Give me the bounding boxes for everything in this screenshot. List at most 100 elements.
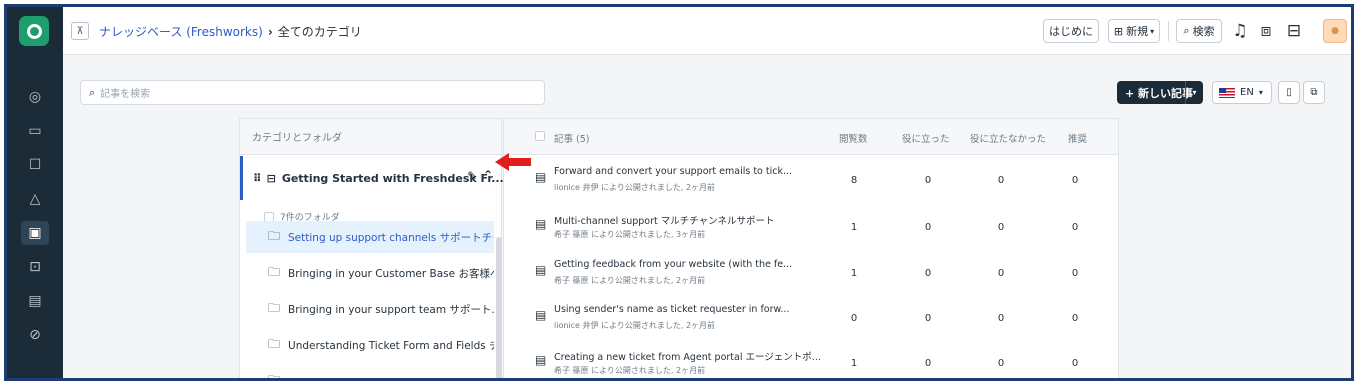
category-panel-header: カテゴリとフォルダ xyxy=(240,119,501,155)
folder-label: Bringing in your support team サポート... xyxy=(288,303,494,316)
article-title[interactable]: Forward and convert your support emails … xyxy=(554,166,792,177)
document-icon: ▤ xyxy=(535,170,547,184)
apps-icon[interactable]: ⊟ xyxy=(1283,20,1305,42)
article-recommend: 0 xyxy=(1071,313,1079,324)
article-not-helpful: 0 xyxy=(997,222,1005,233)
copy-icon[interactable]: ▯ xyxy=(1278,81,1300,104)
new-menu-button[interactable]: ⊞ 新規 ▾ xyxy=(1108,19,1160,43)
scrollbar[interactable] xyxy=(496,237,502,378)
article-title[interactable]: Multi-channel support マルチチャンネルサポート xyxy=(554,213,774,227)
document-icon: ▤ xyxy=(535,217,547,231)
article-recommend: 0 xyxy=(1071,358,1079,369)
top-bar: ⊼ ナレッジベース (Freshworks) › 全てのカテゴリ はじめに ⊞ 新規 ▾… xyxy=(63,7,1351,55)
breadcrumb-link[interactable]: ナレッジベース (Freshworks) xyxy=(99,25,263,39)
global-search-label: 検索 xyxy=(1192,25,1215,38)
article-row[interactable]: ▤ Creating a new ticket from Agent porta… xyxy=(504,339,1120,378)
folder-item[interactable]: 🗀 Understanding Ticket Form and Fields チ… xyxy=(246,329,494,361)
external-link-icon[interactable]: ⧉ xyxy=(1303,81,1325,104)
article-meta: 希子 篠原 により公開されました, 2ヶ月前 xyxy=(554,276,706,285)
article-not-helpful: 0 xyxy=(997,175,1005,186)
select-all-folders-checkbox[interactable] xyxy=(264,211,274,222)
article-views: 0 xyxy=(850,313,858,324)
compass-icon[interactable]: ⊘ xyxy=(21,323,49,347)
annotation-arrow-icon xyxy=(495,153,531,171)
article-not-helpful: 0 xyxy=(997,313,1005,324)
article-not-helpful: 0 xyxy=(997,268,1005,279)
folder-icon: 🗀 xyxy=(268,372,281,381)
article-helpful: 0 xyxy=(924,268,932,279)
divider xyxy=(1168,21,1169,41)
col-articles: 記事 (5) xyxy=(554,134,590,145)
folder-item[interactable]: 🗀 Bringing in your support team サポート... xyxy=(246,293,494,325)
avatar[interactable]: ● xyxy=(1323,19,1347,43)
chevron-down-icon: ▾ xyxy=(1150,26,1155,36)
document-icon: ▤ xyxy=(535,308,547,322)
articles-header: 記事 (5) 閲覧数 役に立った 役に立たなかった 推奨 xyxy=(504,119,1118,155)
col-not-helpful[interactable]: 役に立たなかった xyxy=(970,131,1046,145)
dashboard-icon[interactable]: ◎ xyxy=(21,85,49,109)
article-meta: lionice 井伊 により公開されました, 2ヶ月前 xyxy=(554,183,716,192)
tickets-icon[interactable]: ▭ xyxy=(21,119,49,143)
global-search-button[interactable]: ⌕ 検索 xyxy=(1176,19,1222,43)
bell-icon[interactable]: ♫ xyxy=(1229,20,1251,42)
article-recommend: 0 xyxy=(1071,222,1079,233)
article-helpful: 0 xyxy=(924,175,932,186)
folder-label: Bringing in your Customer Base お客様べ... xyxy=(288,267,494,280)
articles-panel: 記事 (5) 閲覧数 役に立った 役に立たなかった 推奨 ▤ Forward a… xyxy=(503,118,1120,378)
article-search-placeholder: 記事を検索 xyxy=(100,89,151,100)
article-meta: lionice 井伊 により公開されました, 2ヶ月前 xyxy=(554,321,716,330)
selected-category[interactable]: ⠿ ⊟ Getting Started with Freshdesk Fr...… xyxy=(240,156,504,200)
solutions-icon[interactable]: △ xyxy=(21,187,49,211)
article-title[interactable]: Getting feedback from your website (with… xyxy=(554,259,792,270)
sidebar-toggle-icon[interactable]: ⊼ xyxy=(71,22,89,40)
article-meta: 希子 篠原 により公開されました, 2ヶ月前 xyxy=(554,366,706,375)
article-views: 8 xyxy=(850,175,858,186)
article-meta: 希子 篠原 により公開されました, 3ヶ月前 xyxy=(554,230,706,239)
contacts-icon[interactable]: ☐ xyxy=(21,153,49,177)
article-recommend: 0 xyxy=(1071,175,1079,186)
getting-started-button[interactable]: はじめに xyxy=(1043,19,1099,43)
reports-icon[interactable]: ▤ xyxy=(21,289,49,313)
article-row[interactable]: ▤ Getting feedback from your website (wi… xyxy=(504,249,1120,295)
article-title[interactable]: Creating a new ticket from Agent portal … xyxy=(554,349,821,363)
new-article-label: + 新しい記事 xyxy=(1125,86,1194,100)
col-views[interactable]: 閲覧数 xyxy=(839,131,868,145)
forums-icon[interactable]: ⊡ xyxy=(21,255,49,279)
folder-item[interactable]: 🗀 xyxy=(246,365,494,381)
article-row[interactable]: ▤ Forward and convert your support email… xyxy=(504,156,1120,202)
knowledge-base-icon[interactable]: ▣ xyxy=(21,221,49,245)
chevron-up-icon[interactable]: ⌃ xyxy=(483,168,493,182)
folder-item[interactable]: 🗀 Bringing in your Customer Base お客様べ... xyxy=(246,257,494,289)
freshdesk-logo[interactable] xyxy=(19,16,49,46)
article-title[interactable]: Using sender's name as ticket requester … xyxy=(554,304,789,315)
article-views: 1 xyxy=(850,268,858,279)
article-helpful: 0 xyxy=(924,222,932,233)
folder-icon: 🗀 xyxy=(268,264,281,279)
app-window: ◎ ▭ ☐ △ ▣ ⊡ ▤ ⊘ ⊼ ナレッジベース (Freshworks) › 全… xyxy=(4,4,1354,381)
us-flag-icon xyxy=(1219,87,1235,98)
select-all-articles-checkbox[interactable] xyxy=(535,131,545,141)
breadcrumb-separator: › xyxy=(267,25,273,39)
folder-label: Setting up support channels サポートチャ... xyxy=(288,231,494,244)
drag-handle-icon[interactable]: ⠿ xyxy=(253,172,262,185)
article-search-input[interactable]: ⌕ 記事を検索 xyxy=(80,80,545,105)
article-row[interactable]: ▤ Using sender's name as ticket requeste… xyxy=(504,294,1120,340)
folder-icon: 🗀 xyxy=(268,336,281,351)
category-icon: ⊟ xyxy=(266,171,276,185)
folder-item[interactable]: 🗀 Setting up support channels サポートチャ... xyxy=(246,221,494,253)
new-menu-label: 新規 xyxy=(1126,25,1149,38)
new-article-button[interactable]: + 新しい記事 ▾ xyxy=(1117,81,1203,104)
chevron-down-icon: ▾ xyxy=(1258,88,1263,97)
gift-icon[interactable]: ⧈ xyxy=(1255,20,1277,42)
col-recommend[interactable]: 推奨 xyxy=(1068,131,1087,145)
language-select[interactable]: EN ▾ xyxy=(1212,81,1272,104)
article-views: 1 xyxy=(850,358,858,369)
breadcrumb: ナレッジベース (Freshworks) › 全てのカテゴリ xyxy=(99,23,362,40)
language-label: EN xyxy=(1240,87,1254,98)
article-row[interactable]: ▤ Multi-channel support マルチチャンネルサポート 希子 … xyxy=(504,203,1120,249)
edit-icon[interactable]: ✎ xyxy=(467,169,477,183)
article-helpful: 0 xyxy=(924,313,932,324)
col-helpful[interactable]: 役に立った xyxy=(902,131,950,145)
chevron-down-icon[interactable]: ▾ xyxy=(1185,81,1203,104)
new-menu-icon: ⊞ xyxy=(1113,24,1124,38)
